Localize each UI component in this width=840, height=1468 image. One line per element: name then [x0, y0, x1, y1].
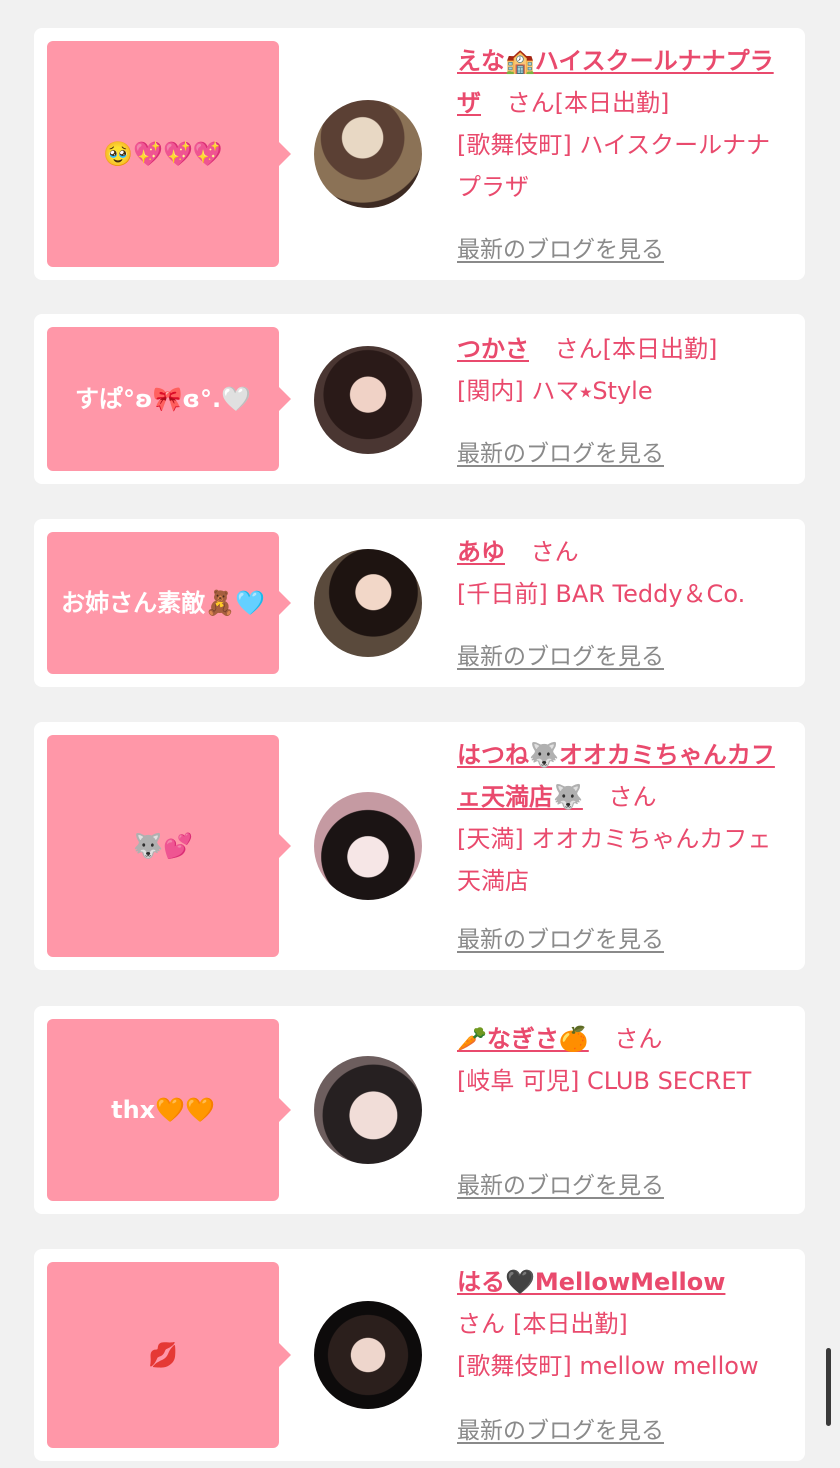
avatar[interactable]	[314, 549, 422, 657]
avatar[interactable]	[314, 100, 422, 208]
girl-card: thx🧡🧡 🥕なぎさ🍊 さん [岐阜 可児] CLUB SECRET 最新のブロ…	[34, 1006, 805, 1214]
girl-name-link[interactable]: つかさ	[457, 335, 529, 363]
girl-card: 💋 はる🖤MellowMellow さん [本日出勤] [歌舞伎町] mello…	[34, 1249, 805, 1461]
today-badge: [本日出勤]	[602, 335, 718, 363]
blog-link[interactable]: 最新のブログを見る	[457, 230, 664, 264]
comment-bubble: 🥹💖💖💖	[47, 41, 291, 267]
san-suffix: さん	[530, 538, 579, 566]
girl-name-link[interactable]: はる🖤MellowMellow	[457, 1268, 725, 1296]
comment-text: お姉さん素敵🧸🩵	[61, 589, 265, 617]
avatar[interactable]	[314, 792, 422, 900]
location-text: [歌舞伎町] mellow mellow	[457, 1352, 759, 1380]
avatar[interactable]	[314, 346, 422, 454]
avatar[interactable]	[314, 1301, 422, 1409]
comment-text: 💋	[148, 1341, 178, 1369]
blog-link[interactable]: 最新のブログを見る	[457, 920, 664, 954]
girl-name-link[interactable]: 🥕なぎさ🍊	[457, 1025, 589, 1053]
san-suffix: さん	[608, 783, 657, 811]
blog-link[interactable]: 最新のブログを見る	[457, 1411, 664, 1445]
san-suffix: さん	[506, 89, 555, 117]
comment-bubble: すぱ°ʚ🎀ɞ°.🤍	[47, 327, 291, 471]
girl-card: すぱ°ʚ🎀ɞ°.🤍 つかさ さん[本日出勤] [関内] ハマ⭑Style 最新の…	[34, 314, 805, 484]
san-suffix: さん	[614, 1025, 663, 1053]
location-text: [天満] オオカミちゃんカフェ天満店	[457, 825, 772, 895]
today-badge: [本日出勤]	[554, 89, 670, 117]
girl-card: 🐺💕 はつね🐺オオカミちゃんカフェ天満店🐺 さん [天満] オオカミちゃんカフェ…	[34, 722, 805, 970]
girl-card: 🥹💖💖💖 えな🏫ハイスクールナナプラザ さん[本日出勤] [歌舞伎町] ハイスク…	[34, 28, 805, 280]
comment-text: 🐺💕	[133, 832, 193, 860]
comment-bubble: thx🧡🧡	[47, 1019, 291, 1201]
location-text: [関内] ハマ⭑Style	[457, 377, 653, 405]
avatar[interactable]	[314, 1056, 422, 1164]
scrollbar[interactable]	[826, 1348, 831, 1426]
comment-text: thx🧡🧡	[111, 1096, 215, 1124]
location-text: [千日前] BAR Teddy＆Co.	[457, 580, 746, 608]
location-text: [岐阜 可児] CLUB SECRET	[457, 1067, 752, 1095]
comment-bubble: 💋	[47, 1262, 291, 1448]
girl-name-link[interactable]: あゆ	[457, 538, 505, 566]
blog-link[interactable]: 最新のブログを見る	[457, 1166, 664, 1200]
comment-text: すぱ°ʚ🎀ɞ°.🤍	[75, 385, 251, 413]
san-suffix: さん	[554, 335, 603, 363]
comment-bubble: 🐺💕	[47, 735, 291, 957]
blog-link[interactable]: 最新のブログを見る	[457, 637, 664, 671]
girl-card: お姉さん素敵🧸🩵 あゆ さん [千日前] BAR Teddy＆Co. 最新のブロ…	[34, 519, 805, 687]
comment-bubble: お姉さん素敵🧸🩵	[47, 532, 291, 674]
blog-link[interactable]: 最新のブログを見る	[457, 434, 664, 468]
location-text: [歌舞伎町] ハイスクールナナプラザ	[457, 131, 771, 201]
today-badge: [本日出勤]	[513, 1310, 628, 1338]
comment-text: 🥹💖💖💖	[103, 140, 223, 168]
